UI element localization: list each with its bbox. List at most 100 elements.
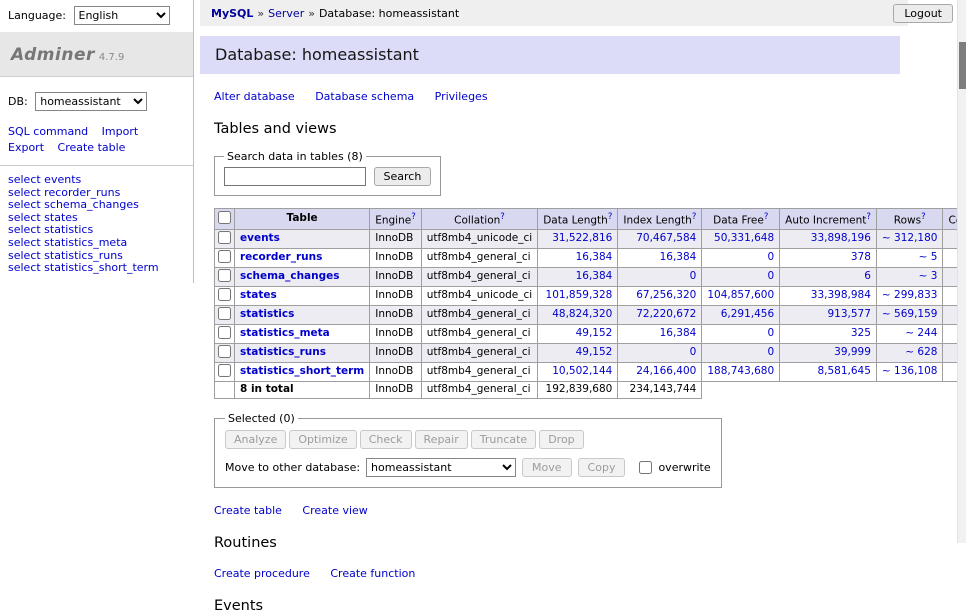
auto-increment-link[interactable]: 39,999 xyxy=(834,346,871,358)
move-button[interactable]: Move xyxy=(522,458,572,477)
rows-link[interactable]: ~ 312,180 xyxy=(882,232,938,244)
database-schema-link[interactable]: Database schema xyxy=(315,90,414,103)
rows-link[interactable]: ~ 5 xyxy=(919,251,938,263)
alter-database-link[interactable]: Alter database xyxy=(214,90,295,103)
scrollbar[interactable] xyxy=(957,0,966,543)
help-icon[interactable]: ? xyxy=(764,212,769,222)
help-icon[interactable]: ? xyxy=(692,212,697,222)
help-icon[interactable]: ? xyxy=(500,212,505,222)
auto-increment-link[interactable]: 325 xyxy=(851,327,871,339)
data-free-link[interactable]: 50,331,648 xyxy=(714,232,774,244)
data-free-link[interactable]: 6,291,456 xyxy=(721,308,774,320)
row-checkbox[interactable] xyxy=(218,288,231,301)
auto-increment-link[interactable]: 6 xyxy=(864,270,871,282)
repair-button[interactable]: Repair xyxy=(415,430,468,449)
data-length-link[interactable]: 101,859,328 xyxy=(546,289,613,301)
check-button[interactable]: Check xyxy=(360,430,412,449)
logout-button[interactable]: Logout xyxy=(893,4,953,23)
data-free-link[interactable]: 104,857,600 xyxy=(707,289,774,301)
adminer-brand[interactable]: Adminer xyxy=(11,45,95,65)
index-length-link[interactable]: 0 xyxy=(690,270,697,282)
create-procedure-link[interactable]: Create procedure xyxy=(214,567,310,580)
rows-link[interactable]: ~ 628 xyxy=(905,346,937,358)
auto-increment-link[interactable]: 913,577 xyxy=(828,308,871,320)
auto-increment-link[interactable]: 378 xyxy=(851,251,871,263)
data-free-link[interactable]: 0 xyxy=(767,346,774,358)
data-length-link[interactable]: 49,152 xyxy=(576,327,613,339)
scrollbar-thumb[interactable] xyxy=(959,42,966,89)
overwrite-checkbox[interactable] xyxy=(639,461,652,474)
row-checkbox[interactable] xyxy=(218,364,231,377)
table-name-link[interactable]: statistics xyxy=(240,308,294,320)
data-free-link[interactable]: 0 xyxy=(767,270,774,282)
search-input[interactable] xyxy=(224,167,366,186)
truncate-button[interactable]: Truncate xyxy=(471,430,536,449)
index-length-link[interactable]: 67,256,320 xyxy=(636,289,696,301)
breadcrumb-server-link[interactable]: Server xyxy=(268,7,304,20)
move-label: Move to other database: xyxy=(225,461,360,474)
breadcrumb-mysql-link[interactable]: MySQL xyxy=(211,7,253,20)
rows-link[interactable]: ~ 569,159 xyxy=(882,308,938,320)
row-checkbox[interactable] xyxy=(218,307,231,320)
table-name-link[interactable]: recorder_runs xyxy=(240,251,322,263)
data-length-link[interactable]: 31,522,816 xyxy=(552,232,612,244)
data-length-link[interactable]: 48,824,320 xyxy=(552,308,612,320)
rows-link[interactable]: ~ 3 xyxy=(919,270,938,282)
data-length-link[interactable]: 16,384 xyxy=(576,270,613,282)
row-checkbox[interactable] xyxy=(218,326,231,339)
row-checkbox[interactable] xyxy=(218,269,231,282)
auto-increment-link[interactable]: 8,581,645 xyxy=(817,365,870,377)
data-length-link[interactable]: 49,152 xyxy=(576,346,613,358)
data-free-link[interactable]: 0 xyxy=(767,327,774,339)
data-free-link[interactable]: 0 xyxy=(767,251,774,263)
create-table-link[interactable]: Create table xyxy=(214,504,282,517)
analyze-button[interactable]: Analyze xyxy=(225,430,286,449)
index-length-link[interactable]: 70,467,584 xyxy=(636,232,696,244)
rows-link[interactable]: ~ 136,108 xyxy=(882,365,938,377)
rows-link[interactable]: ~ 244 xyxy=(905,327,937,339)
export-link[interactable]: Export xyxy=(8,141,44,154)
create-table-sidebar-link[interactable]: Create table xyxy=(58,141,126,154)
index-length-link[interactable]: 24,166,400 xyxy=(636,365,696,377)
row-checkbox[interactable] xyxy=(218,345,231,358)
optimize-button[interactable]: Optimize xyxy=(289,430,356,449)
privileges-link[interactable]: Privileges xyxy=(435,90,488,103)
search-button[interactable]: Search xyxy=(374,167,432,186)
table-name-link[interactable]: statistics_runs xyxy=(240,346,326,358)
row-checkbox[interactable] xyxy=(218,231,231,244)
index-length-link[interactable]: 72,220,672 xyxy=(636,308,696,320)
sql-command-link[interactable]: SQL command xyxy=(8,125,88,138)
move-db-select[interactable]: homeassistant xyxy=(366,458,516,477)
table-name-link[interactable]: states xyxy=(240,289,277,301)
create-view-link[interactable]: Create view xyxy=(302,504,367,517)
sidebar-select-events[interactable]: select events xyxy=(8,174,185,187)
db-select[interactable]: homeassistant xyxy=(35,92,147,111)
table-name-link[interactable]: schema_changes xyxy=(240,270,340,282)
help-icon[interactable]: ? xyxy=(921,212,926,222)
data-free-link[interactable]: 188,743,680 xyxy=(707,365,774,377)
rows-link[interactable]: ~ 299,833 xyxy=(882,289,938,301)
copy-button[interactable]: Copy xyxy=(578,458,626,477)
language-select[interactable]: English xyxy=(74,6,170,25)
index-length-link[interactable]: 16,384 xyxy=(660,327,697,339)
table-name-link[interactable]: statistics_meta xyxy=(240,327,330,339)
sidebar-select-statistics_short_term[interactable]: select statistics_short_term xyxy=(8,262,185,275)
auto-increment-link[interactable]: 33,898,196 xyxy=(811,232,871,244)
help-icon[interactable]: ? xyxy=(866,212,871,222)
data-length-link[interactable]: 16,384 xyxy=(576,251,613,263)
index-length-link[interactable]: 16,384 xyxy=(660,251,697,263)
auto-increment-link[interactable]: 33,398,984 xyxy=(811,289,871,301)
index-length-link[interactable]: 0 xyxy=(690,346,697,358)
row-checkbox[interactable] xyxy=(218,250,231,263)
select-all-checkbox[interactable] xyxy=(218,211,231,224)
create-function-link[interactable]: Create function xyxy=(330,567,415,580)
help-icon[interactable]: ? xyxy=(608,212,613,222)
help-icon[interactable]: ? xyxy=(411,212,416,222)
drop-button[interactable]: Drop xyxy=(539,430,583,449)
table-name-link[interactable]: statistics_short_term xyxy=(240,365,364,377)
table-name-link[interactable]: events xyxy=(240,232,280,244)
import-link[interactable]: Import xyxy=(102,125,139,138)
sidebar-select-schema_changes[interactable]: select schema_changes xyxy=(8,199,185,212)
sidebar-select-statistics_meta[interactable]: select statistics_meta xyxy=(8,237,185,250)
data-length-link[interactable]: 10,502,144 xyxy=(552,365,612,377)
